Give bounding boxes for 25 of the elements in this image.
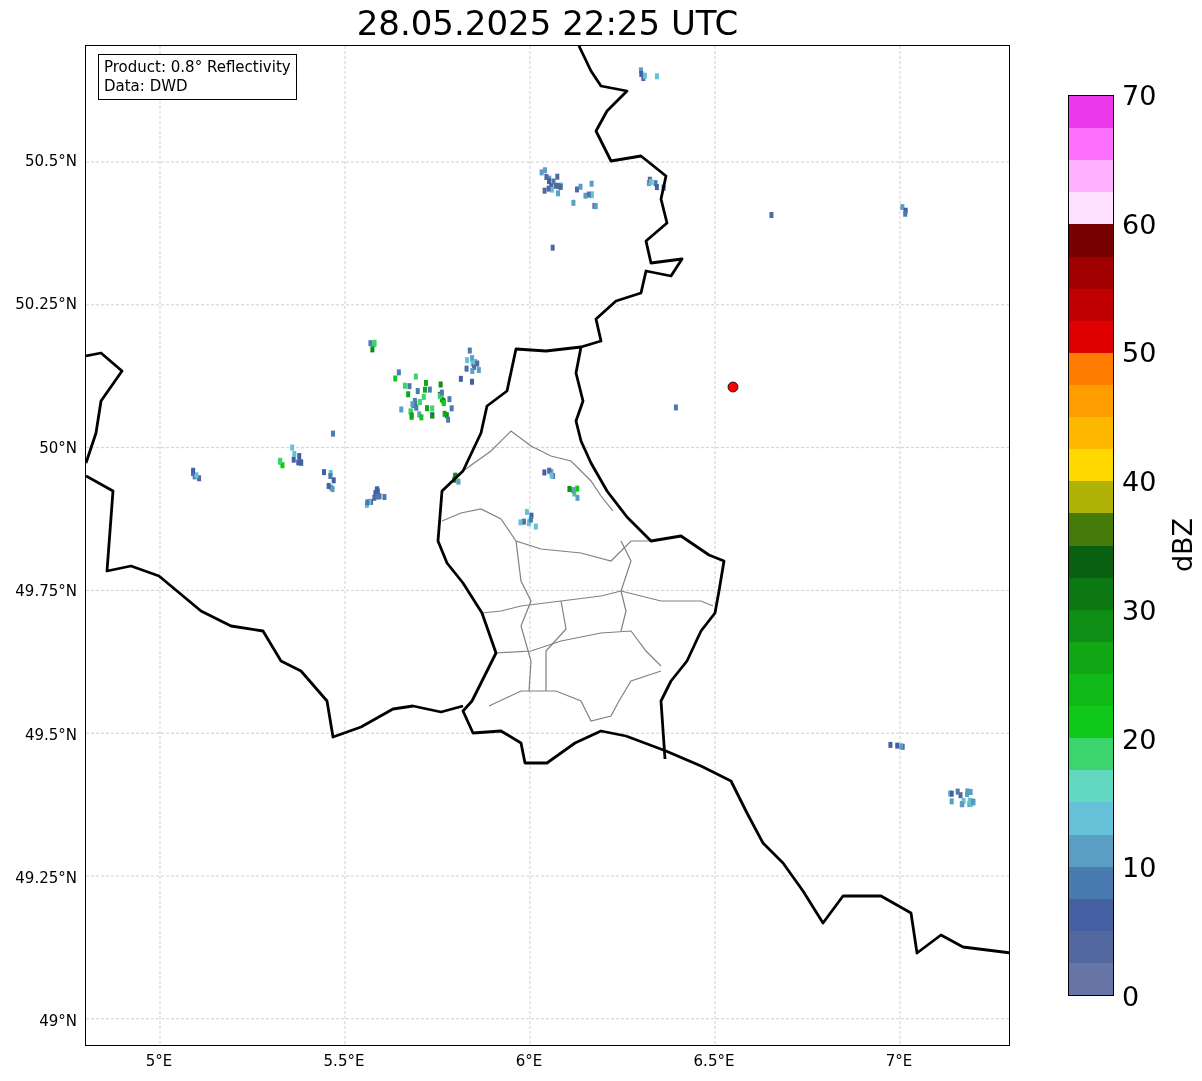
chart-title: 28.05.2025 22:25 UTC [355,1,740,45]
latitude-label: 49.5°N [24,725,77,744]
longitude-label: 5°E [145,1052,173,1070]
colorbar-tick-label: 20 [1122,723,1157,755]
colorbar-label: dBZ [1166,517,1198,573]
longitude-label: 7°E [885,1052,913,1070]
colorbar-tick-label: 70 [1122,79,1157,111]
colorbar-tick-label: 40 [1122,465,1157,497]
latitude-label: 50°N [39,438,77,457]
colorbar-tick-label: 0 [1122,980,1140,1012]
info-text: Product: 0.8° Reflectivity [104,58,291,77]
latitude-label: 49°N [39,1012,77,1031]
colorbar-tick-label: 60 [1122,208,1157,240]
info-text: Data: DWD [104,77,189,96]
latitude-label: 49.25°N [15,869,77,887]
latitude-label: 50.25°N [15,295,77,314]
colorbar-tick-label: 50 [1122,336,1157,368]
colorbar-tick-label: 10 [1122,851,1157,883]
latitude-label: 49.75°N [15,582,77,601]
longitude-label: 6°E [515,1052,543,1070]
colorbar-tick-label: 30 [1122,594,1157,626]
longitude-label: 6.5°E [693,1052,735,1070]
location-marker [727,381,739,393]
longitude-label: 5.5°E [323,1052,365,1070]
latitude-label: 50.5°N [24,152,77,170]
